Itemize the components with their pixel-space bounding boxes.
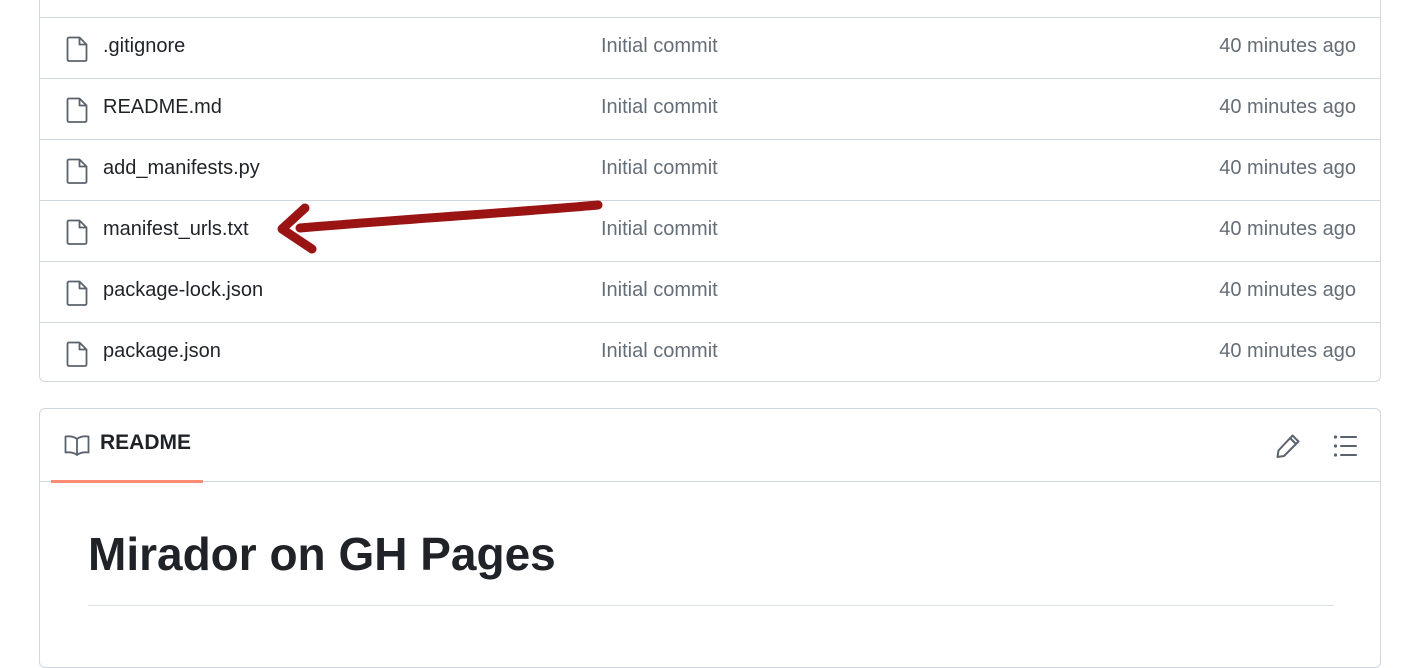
commit-message-link[interactable]: Initial commit [601,35,718,58]
commit-message-link[interactable]: Initial commit [601,279,718,302]
commit-message-link[interactable]: Initial commit [601,340,718,363]
table-row[interactable]: .gitignore Initial commit 40 minutes ago [40,17,1380,78]
table-row[interactable]: README.md Initial commit 40 minutes ago [40,78,1380,139]
pencil-icon[interactable] [1273,431,1303,461]
file-name-link[interactable]: add_manifests.py [103,157,260,180]
commit-time: 40 minutes ago [1219,218,1356,240]
readme-panel: README Mirador on GH Pages [39,408,1381,668]
commit-message-link[interactable]: Initial commit [601,218,718,241]
file-icon [66,280,88,306]
file-name-link[interactable]: README.md [103,96,222,119]
commit-time: 40 minutes ago [1219,157,1356,179]
commit-time: 40 minutes ago [1219,35,1356,57]
file-name-link[interactable]: package-lock.json [103,279,263,302]
commit-message-link[interactable]: Initial commit [601,157,718,180]
title-divider [88,605,1334,606]
file-name-link[interactable]: manifest_urls.txt [103,218,249,241]
readme-tab-label: README [100,431,192,454]
commit-message-link[interactable]: Initial commit [601,96,718,119]
file-list: .gitignore Initial commit 40 minutes ago… [39,0,1381,382]
file-icon [66,219,88,245]
readme-title: Mirador on GH Pages [88,528,556,580]
file-icon [66,341,88,367]
book-icon [64,435,90,456]
commit-time: 40 minutes ago [1219,279,1356,301]
file-name-link[interactable]: .gitignore [103,35,185,58]
file-icon [66,158,88,184]
file-rows: .gitignore Initial commit 40 minutes ago… [40,17,1380,383]
table-row[interactable]: add_manifests.py Initial commit 40 minut… [40,139,1380,200]
table-row[interactable]: package-lock.json Initial commit 40 minu… [40,261,1380,322]
commit-time: 40 minutes ago [1219,340,1356,362]
readme-header: README [40,409,1380,483]
file-icon [66,97,88,123]
file-name-link[interactable]: package.json [103,340,221,363]
list-icon[interactable] [1331,431,1361,461]
table-row[interactable]: manifest_urls.txt Initial commit 40 minu… [40,200,1380,261]
tab-readme[interactable]: README [51,409,203,483]
file-icon [66,36,88,62]
table-row[interactable]: package.json Initial commit 40 minutes a… [40,322,1380,383]
commit-time: 40 minutes ago [1219,96,1356,118]
